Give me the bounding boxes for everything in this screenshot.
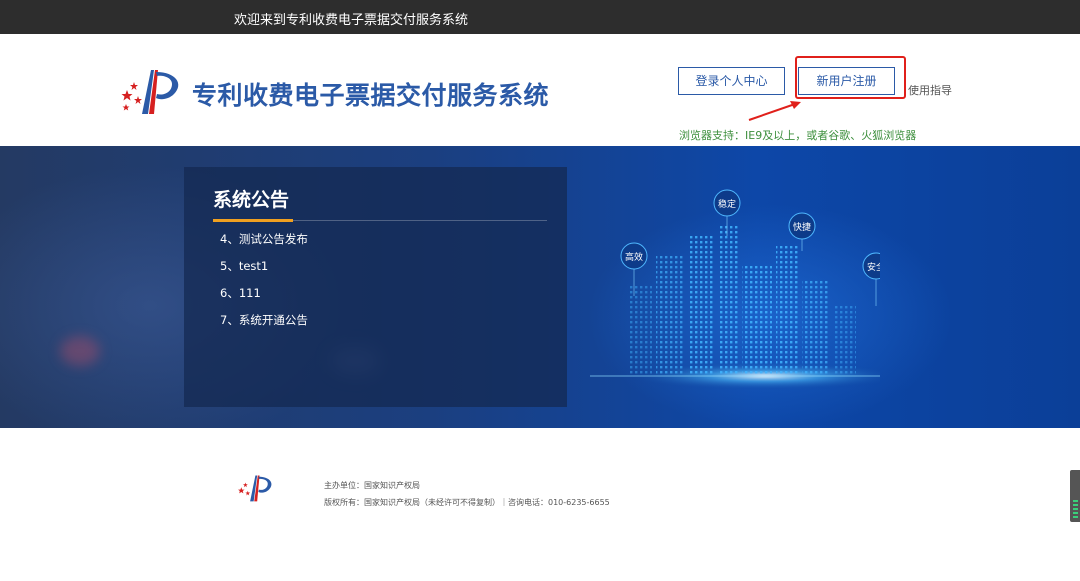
city-illustration: 稳定 快捷 高效 安全 xyxy=(590,189,880,390)
register-highlight-annotation xyxy=(795,56,906,99)
welcome-text: 欢迎来到专利收费电子票据交付服务系统 xyxy=(234,13,469,28)
footer-logo-icon xyxy=(238,475,272,502)
notice-divider xyxy=(293,220,547,221)
tag-efficient: 高效 xyxy=(625,251,643,263)
notice-item[interactable]: 6、111 xyxy=(220,285,308,312)
user-guide-link[interactable]: 使用指导 xyxy=(908,82,952,98)
annotation-arrow-icon xyxy=(748,101,801,121)
footer-copyright: 版权所有：国家知识产权局（未经许可不得复制）｜咨询电话：010-6235-665… xyxy=(324,498,610,507)
tag-stable: 稳定 xyxy=(718,198,736,210)
bokeh-light xyxy=(60,336,100,366)
notice-list: 4、测试公告发布 5、test1 6、111 7、系统开通公告 xyxy=(220,231,308,339)
banner: 系统公告 4、测试公告发布 5、test1 6、111 7、系统开通公告 稳定 … xyxy=(0,146,1080,428)
login-button[interactable]: 登录个人中心 xyxy=(678,67,785,95)
top-bar: 欢迎来到专利收费电子票据交付服务系统 xyxy=(0,0,1080,34)
notice-panel: 系统公告 4、测试公告发布 5、test1 6、111 7、系统开通公告 xyxy=(184,167,567,407)
browser-support-note: 浏览器支持：IE9及以上，或者谷歌、火狐浏览器 xyxy=(679,129,917,142)
logo-icon xyxy=(121,70,179,114)
site-title: 专利收费电子票据交付服务系统 xyxy=(192,81,550,110)
tag-safe: 安全 xyxy=(867,261,880,273)
notice-title: 系统公告 xyxy=(213,189,290,211)
notice-item[interactable]: 7、系统开通公告 xyxy=(220,312,308,339)
header: 专利收费电子票据交付服务系统 登录个人中心 新用户注册 使用指导 浏览器支持：I… xyxy=(0,34,1080,146)
notice-item[interactable]: 5、test1 xyxy=(220,258,308,285)
side-scroll-widget[interactable] xyxy=(1070,470,1080,522)
footer-organizer: 主办单位：国家知识产权局 xyxy=(324,481,420,490)
tag-fast: 快捷 xyxy=(793,221,811,233)
notice-title-underline xyxy=(213,219,293,222)
notice-item[interactable]: 4、测试公告发布 xyxy=(220,231,308,258)
